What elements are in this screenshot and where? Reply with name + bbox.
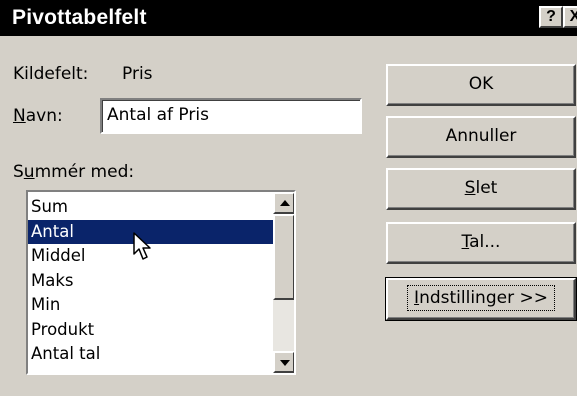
name-label-text: avn:	[25, 106, 63, 126]
source-field-label: Kildefelt:	[13, 64, 89, 84]
dialog-title: Pivottabelfelt	[12, 6, 147, 29]
scroll-down-button[interactable]	[273, 351, 294, 373]
list-item-product[interactable]: Produkt	[28, 318, 273, 343]
close-button[interactable]: X	[563, 6, 577, 28]
number-accesskey: T	[461, 232, 470, 252]
triangle-down-icon	[280, 360, 290, 366]
list-item-max[interactable]: Maks	[28, 269, 273, 294]
options-focus-ring: Indstillinger >>	[407, 285, 555, 311]
summarize-by-label: Summér med:	[13, 162, 134, 182]
name-input[interactable]: Antal af Pris	[100, 98, 362, 134]
summary-function-listbox[interactable]: Sum Antal Middel Maks Min Produkt Antal …	[26, 190, 296, 375]
delete-accesskey: S	[464, 178, 476, 198]
triangle-up-icon	[280, 200, 290, 206]
options-button[interactable]: Indstillinger >>	[385, 277, 577, 321]
scroll-thumb[interactable]	[273, 214, 294, 300]
delete-label: let	[475, 178, 498, 198]
mouse-pointer-icon	[133, 232, 151, 260]
list-item-sum[interactable]: Sum	[28, 195, 273, 220]
summarize-label-accesskey: u	[23, 162, 35, 182]
list-item-count-numbers[interactable]: Antal tal	[28, 342, 273, 367]
list-scrollbar[interactable]	[273, 192, 294, 373]
name-label-accesskey: N	[13, 106, 26, 126]
pivot-field-dialog: Pivottabelfelt ? X Kildefelt: Pris Navn:…	[0, 0, 577, 396]
title-bar[interactable]: Pivottabelfelt ? X	[0, 0, 577, 36]
summarize-label-text: mmér med:	[34, 162, 135, 182]
source-field-value: Pris	[122, 64, 153, 84]
number-format-button[interactable]: Tal...	[386, 222, 576, 264]
list-item-min[interactable]: Min	[28, 293, 273, 318]
delete-button[interactable]: Slet	[386, 168, 576, 210]
scroll-up-button[interactable]	[273, 192, 294, 214]
summarize-label-prefix: S	[13, 162, 24, 182]
help-button[interactable]: ?	[539, 6, 563, 28]
options-label: ndstillinger >>	[419, 288, 548, 308]
summary-function-list: Sum Antal Middel Maks Min Produkt Antal …	[28, 195, 273, 367]
cancel-button[interactable]: Annuller	[386, 116, 576, 158]
number-label: al...	[469, 232, 501, 252]
name-label: Navn:	[13, 106, 63, 126]
ok-button[interactable]: OK	[386, 64, 576, 106]
